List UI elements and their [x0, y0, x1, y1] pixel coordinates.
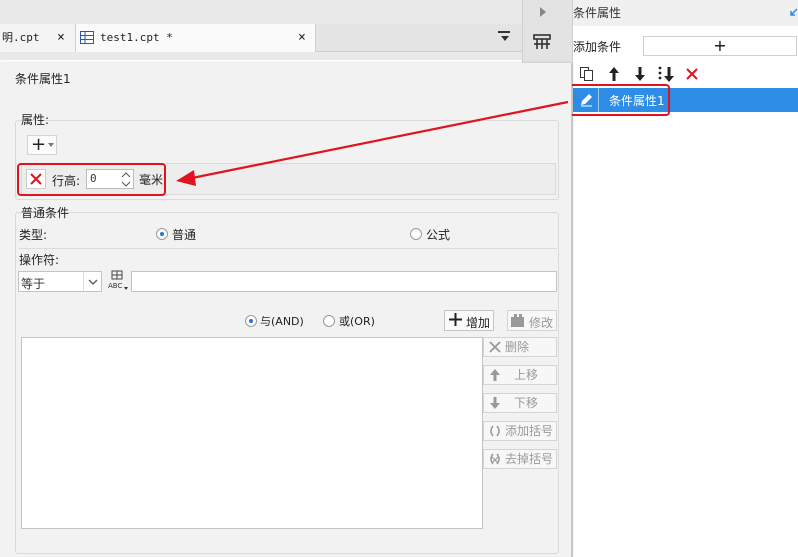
annotation-arrow: [176, 100, 569, 186]
